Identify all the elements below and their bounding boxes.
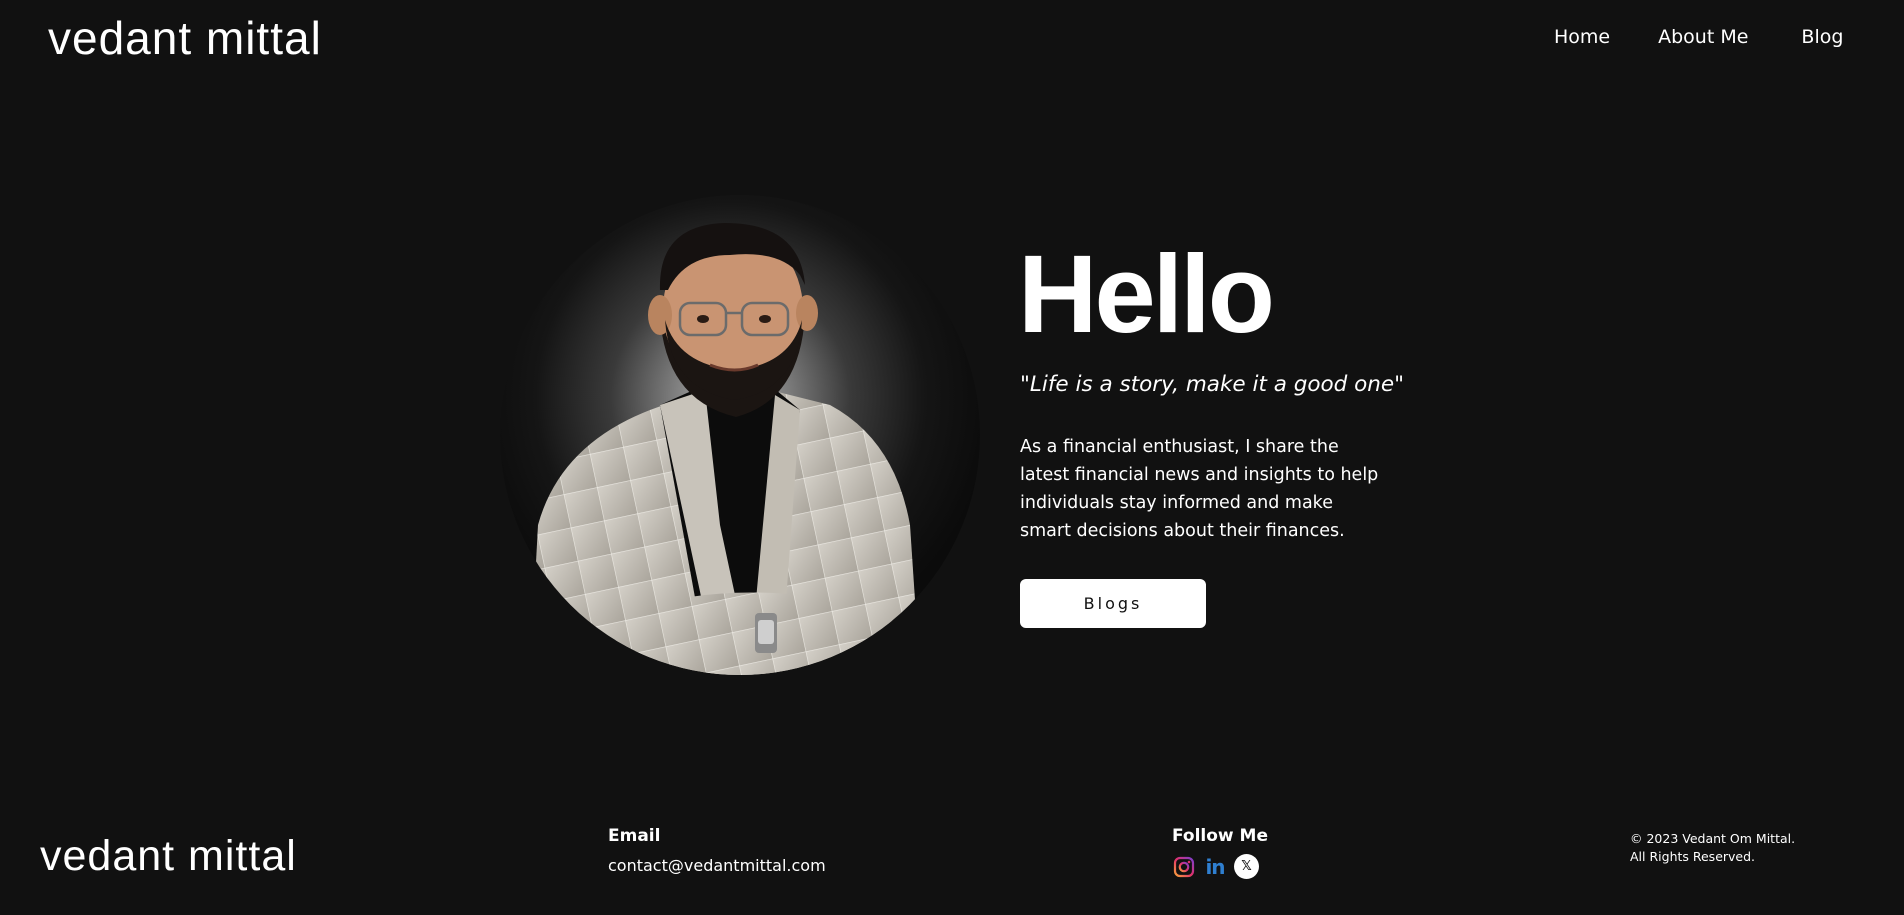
blogs-button[interactable]: Blogs	[1020, 579, 1206, 628]
footer-email-link[interactable]: contact@vedantmittal.com	[608, 854, 826, 878]
copyright-line-1: © 2023 Vedant Om Mittal.	[1630, 831, 1796, 846]
site-logo[interactable]: vedant mittal	[48, 8, 322, 68]
page: vedant mittal Home About Me Blog Hello "…	[0, 0, 1904, 915]
hero-quote: "Life is a story, make it a good one"	[1020, 372, 1405, 397]
footer-logo[interactable]: vedant mittal	[40, 828, 297, 884]
copyright-line-2: All Rights Reserved.	[1630, 849, 1756, 864]
portrait-photo	[500, 195, 980, 675]
nav-blog[interactable]: Blog	[1801, 22, 1843, 52]
nav-home[interactable]: Home	[1554, 22, 1610, 52]
main-nav: Home About Me Blog	[1554, 22, 1843, 52]
copyright: © 2023 Vedant Om Mittal. All Rights Rese…	[1630, 830, 1795, 866]
hero-heading: Hello	[1018, 233, 1275, 356]
footer-email-title: Email	[608, 826, 661, 846]
footer-follow-title: Follow Me	[1172, 826, 1269, 846]
nav-about-me[interactable]: About Me	[1658, 22, 1748, 52]
linkedin-icon[interactable]: in	[1203, 855, 1227, 879]
social-links: in 𝕏	[1172, 854, 1266, 879]
hero-description: As a financial enthusiast, I share the l…	[1020, 437, 1379, 541]
instagram-icon[interactable]	[1172, 855, 1196, 879]
x-twitter-icon[interactable]: 𝕏	[1234, 854, 1259, 879]
